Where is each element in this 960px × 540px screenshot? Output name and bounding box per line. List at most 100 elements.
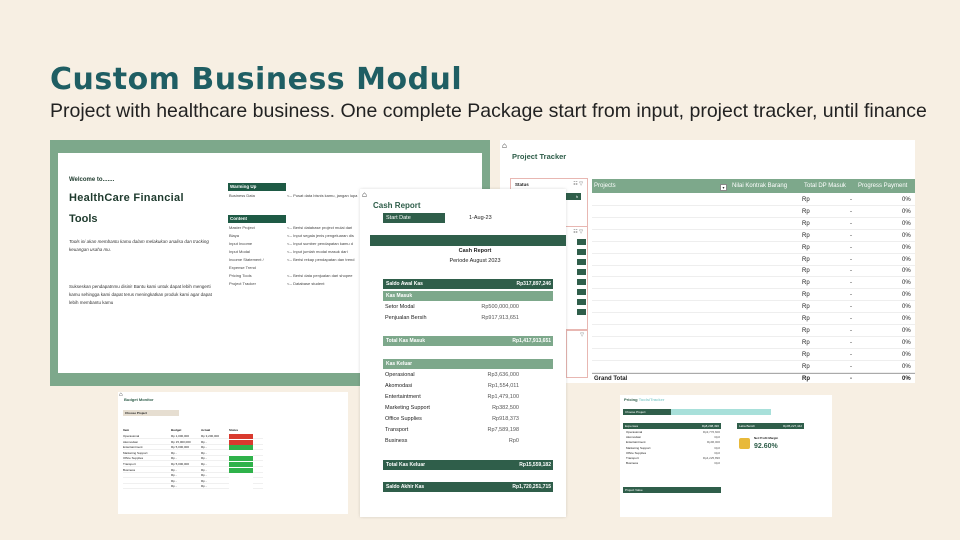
content-item[interactable]: Pricing Tools <-- Berisi data penjualan d… [229,273,353,278]
filter-icon[interactable]: ▽ [580,332,584,338]
tracker-row[interactable]: Rp - 0% [592,194,915,206]
content-item[interactable]: Expense Trend [229,265,256,270]
budget-status-indicator [229,467,253,473]
content-item[interactable]: Biaya <-- Input segala jenis pengeluaran … [229,233,354,238]
home-icon[interactable]: ⌂ [502,141,507,150]
content-item-name: Master Project [229,225,255,230]
budget-cell-item: Marketing Support [123,450,148,455]
choose-project-bar[interactable]: Choose Project [623,409,771,415]
filter-icon[interactable]: ☷ ▽ [573,181,583,187]
keluar-label: Akomodasi [385,383,413,389]
home-icon[interactable]: ⌂ [119,392,123,398]
tracker-cell-dash: - [850,268,852,275]
slicer-item[interactable] [577,289,586,295]
budget-cell-budget: Rp 1,000,000 [171,434,190,438]
tracker-row[interactable]: Rp - 0% [592,206,915,218]
col-nilai-kontrak: Nilai Kontrak Barang [732,183,788,189]
content-item[interactable]: Input Modal <-- Input jumlah modal masuk … [229,249,348,254]
budget-cell-budget: Rp - [171,450,177,455]
budget-cell-actual: Rp - [201,450,207,455]
tracker-cell-pct: 0% [902,339,911,346]
tracker-cell-pct: 0% [902,232,911,239]
content-item[interactable]: Income Statement / <-- Berisi rekap penda… [229,257,355,262]
tracker-cell-pct: 0% [902,327,911,334]
slicer-item[interactable] [577,259,586,265]
total-keluar-label: Total Kas Keluar [386,462,426,468]
choose-project-select[interactable]: Choose Project [123,410,179,416]
slicer-item[interactable] [577,249,586,255]
third-slicer[interactable]: ▽ [566,330,588,378]
tracker-cell-rp: Rp [802,268,810,275]
content-item[interactable]: Input Income <-- Input sumber pendapatan … [229,241,353,246]
keluar-value: Rp382,500 [492,405,519,411]
tracker-cell-pct: 0% [902,316,911,322]
home-icon[interactable]: ⌂ [362,190,367,199]
content-item-name: Input Income [229,241,253,246]
col-item: Item [123,428,130,432]
slicer-item[interactable] [577,309,586,315]
tracker-cell-rp: Rp [802,304,810,311]
pricing-tools-screenshot: Pricing Tools/Tracker Choose Project Exp… [620,395,832,517]
slicer-item[interactable] [577,279,586,285]
start-date-field[interactable]: Start Date 1-Aug-23 [383,213,563,223]
tracker-row[interactable]: Rp - 0% [592,337,915,349]
tracker-row[interactable]: Rp - 0% [592,230,915,242]
budget-status-indicator [229,450,253,456]
keluar-label: Business [385,438,408,444]
tracker-row[interactable]: Rp - 0% [592,361,915,373]
tracker-row[interactable]: Rp - 0% [592,242,915,254]
money-bag-icon [739,438,750,449]
budget-cell-budget: Rp - [171,456,177,461]
tracker-row[interactable]: Rp - 0% [592,265,915,278]
tracker-row[interactable]: Rp - 0% [592,277,915,290]
col-actual: Actual [201,428,211,432]
tracker-table-header: Projects Nilai Kontrak Barang Total DP M… [592,179,915,193]
content-item-name: Pricing Tools [229,273,252,278]
budget-cell-actual: Rp - [201,467,207,472]
header-bar [370,235,566,246]
tracker-row[interactable]: Rp - 0% [592,325,915,337]
tracker-row[interactable]: Rp - 0% [592,218,915,230]
grand-total-label: Grand Total [594,376,628,382]
tracker-cell-dash: - [850,220,852,227]
tracker-cell-pct: 0% [902,197,911,203]
tracker-cell-rp: Rp [802,351,810,358]
budget-cell-budget: Rp - [171,478,177,483]
budget-row: Akomodasi Rp 15,000,000 Rp - [123,439,263,445]
warming-item[interactable]: Business Data <-- Pusat data bisnis kamu,… [229,193,357,198]
budget-cell-actual: Rp - [201,473,207,478]
filter-icon[interactable]: ☷ ▽ [573,229,583,235]
tracker-cell-pct: 0% [902,351,911,358]
slicer-item[interactable] [577,269,586,275]
keluar-row: Office Supplies Rp918,373 [385,414,555,424]
choose-project-label: Choose Project [623,409,671,415]
tracker-cell-pct: 0% [902,363,911,370]
tracker-cell-dash: - [850,208,852,215]
tracker-row[interactable]: Rp - 0% [592,313,915,325]
expenses-label: Expenses [625,424,639,428]
start-date-value[interactable]: 1-Aug-23 [469,213,492,223]
welcome-paragraph-2: Sukseskan pendapatnmu disini! Bantu kami… [69,284,212,305]
budget-cell-actual: Rp - [201,478,207,483]
pricing-expense-label: Office Supplies [626,450,647,455]
content-item[interactable]: Master Project <-- Berisi database projec… [229,225,352,230]
tracker-row[interactable]: Rp - 0% [592,349,915,361]
slicer-item[interactable] [577,299,586,305]
pricing-title: Pricing Tools/Tracker [624,397,664,402]
tracker-cell-rp: Rp [802,220,810,227]
tracker-row[interactable]: Rp - 0% [592,254,915,266]
welcome-title-line1: HealthCare Financial [69,192,184,204]
tracker-cell-dash: - [850,327,852,334]
tracker-row[interactable]: Rp - 0% [592,289,915,302]
tracker-row[interactable]: Rp - 0% [592,301,915,314]
content-item[interactable]: Project Tracker <-- Database student [229,281,324,286]
pricing-expense-value: Rp0 [714,461,720,466]
slicer-item[interactable] [577,239,586,245]
budget-row: Rp - Rp - [123,484,263,490]
laba-label: Laba Bersih [739,424,756,428]
keluar-value: Rp0 [508,438,519,444]
column-dropdown-button[interactable]: ▾ [720,184,727,191]
keluar-row: Marketing Support Rp382,500 [385,403,555,413]
budget-row: Business Rp - Rp - [123,467,263,473]
total-masuk-row: Total Kas Masuk Rp1,417,913,651 [383,336,553,346]
